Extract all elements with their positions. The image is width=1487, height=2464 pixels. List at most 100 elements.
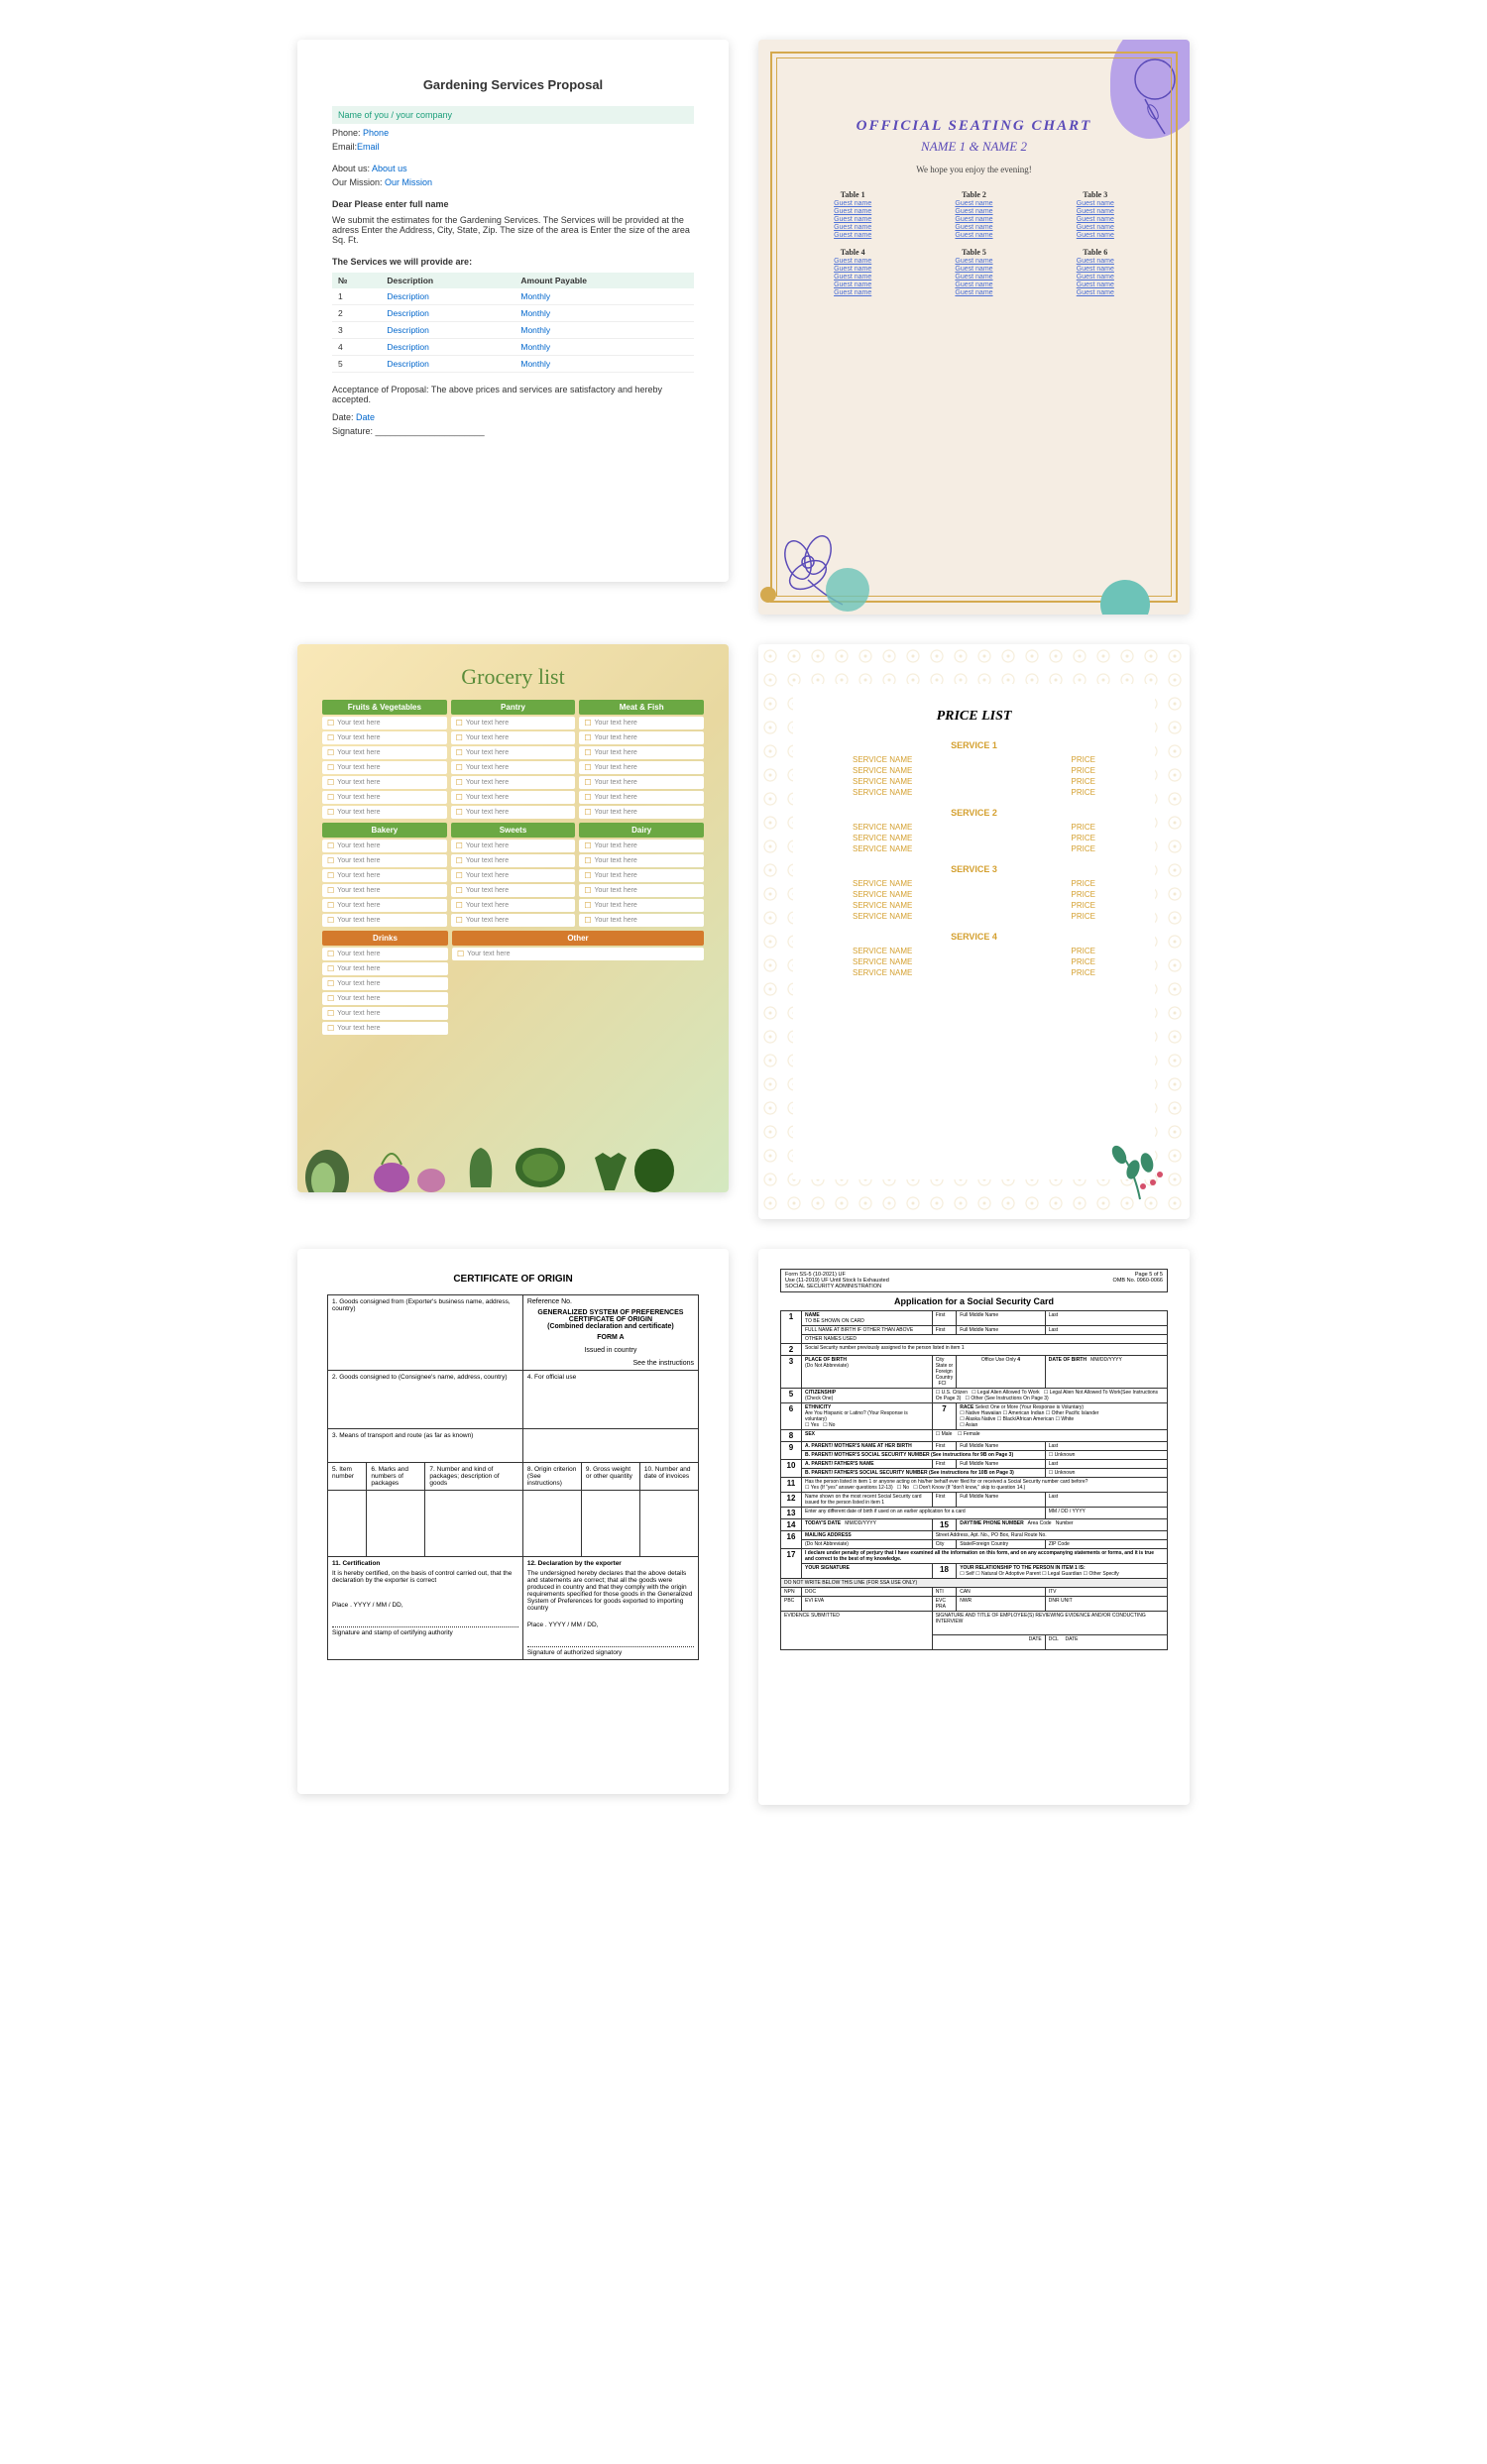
service-row: SERVICE NAMEPRICE xyxy=(823,833,1125,843)
template-seating-chart[interactable]: OFFICIAL SEATING CHART NAME 1 & NAME 2 W… xyxy=(758,40,1190,615)
guest-name: Guest name xyxy=(918,208,1029,215)
guest-name: Guest name xyxy=(1040,216,1151,223)
service-row: SERVICE NAMEPRICE xyxy=(823,900,1125,911)
grocery-item: Your text here xyxy=(451,806,576,819)
guest-name: Guest name xyxy=(797,224,908,231)
grocery-item: Your text here xyxy=(322,977,448,990)
guest-name: Guest name xyxy=(918,200,1029,207)
service-row: SERVICE NAMEPRICE xyxy=(823,911,1125,922)
guest-name: Guest name xyxy=(1040,258,1151,265)
grocery-item: Your text here xyxy=(322,1007,448,1020)
template-grocery-list[interactable]: Grocery list Fruits & VegetablesYour tex… xyxy=(297,644,729,1192)
table-heading: Table 4 xyxy=(797,248,908,257)
tables-grid: Table 1Guest nameGuest nameGuest nameGue… xyxy=(797,190,1151,297)
content-area: PRICE LIST SERVICE 1SERVICE NAMEPRICESER… xyxy=(793,684,1155,1179)
grocery-item: Your text here xyxy=(579,840,704,852)
vegetable-decoration xyxy=(297,1123,674,1192)
guest-name: Guest name xyxy=(797,274,908,280)
services-table: №DescriptionAmount Payable 1DescriptionM… xyxy=(332,273,694,373)
names: NAME 1 & NAME 2 xyxy=(797,139,1151,155)
table-heading: Table 5 xyxy=(918,248,1029,257)
grocery-item: Your text here xyxy=(579,914,704,927)
guest-name: Guest name xyxy=(797,208,908,215)
guest-name: Guest name xyxy=(1040,208,1151,215)
guest-name: Guest name xyxy=(1040,274,1151,280)
grocery-item: Your text here xyxy=(451,869,576,882)
grocery-section-2: BakeryYour text hereYour text hereYour t… xyxy=(322,823,704,927)
grocery-item: Your text here xyxy=(322,717,447,729)
grocery-item: Your text here xyxy=(322,914,447,927)
grocery-item: Your text here xyxy=(579,746,704,759)
box-2: 2. Goods consigned to (Consignee's name,… xyxy=(328,1371,523,1429)
grocery-item: Your text here xyxy=(322,854,447,867)
guest-name: Guest name xyxy=(797,232,908,239)
dear-line: Dear Please enter full name xyxy=(332,199,694,209)
guest-name: Guest name xyxy=(1040,224,1151,231)
grocery-item: Your text here xyxy=(451,717,576,729)
category-header: Drinks xyxy=(322,931,448,946)
table-heading: Table 6 xyxy=(1040,248,1151,257)
title: PRICE LIST xyxy=(823,709,1125,725)
services-heading: The Services we will provide are: xyxy=(332,257,694,267)
mission-line: Our Mission: Our Mission xyxy=(332,177,694,187)
phone-line: Phone: Phone xyxy=(332,128,694,138)
grocery-item: Your text here xyxy=(322,791,447,804)
guest-name: Guest name xyxy=(1040,232,1151,239)
about-line: About us: About us xyxy=(332,164,694,173)
grocery-item: Your text here xyxy=(322,962,448,975)
grocery-item: Your text here xyxy=(579,884,704,897)
box-11: 11. Certification It is hereby certified… xyxy=(328,1557,523,1660)
category-header: Bakery xyxy=(322,823,447,838)
grocery-item: Your text here xyxy=(579,717,704,729)
grocery-item: Your text here xyxy=(451,840,576,852)
template-certificate-origin[interactable]: CERTIFICATE OF ORIGIN 1. Goods consigned… xyxy=(297,1249,729,1794)
plant-decoration xyxy=(1105,1135,1175,1204)
guest-name: Guest name xyxy=(918,216,1029,223)
title: Gardening Services Proposal xyxy=(332,77,694,92)
service-row: SERVICE NAMEPRICE xyxy=(823,967,1125,978)
grocery-section-3: Drinks Your text here Your text here Your t… xyxy=(322,931,704,1035)
grocery-item: Your text here xyxy=(322,731,447,744)
box-12: 12. Declaration by the exporter The unde… xyxy=(522,1557,698,1660)
box-4: 4. For official use xyxy=(522,1371,698,1429)
box-3: 3. Means of transport and route (as far … xyxy=(328,1429,523,1463)
template-price-list[interactable]: PRICE LIST SERVICE 1SERVICE NAMEPRICESER… xyxy=(758,644,1190,1219)
service-row: SERVICE NAMEPRICE xyxy=(823,754,1125,765)
grocery-item: Your text here xyxy=(322,840,447,852)
category-header: Meat & Fish xyxy=(579,700,704,715)
grocery-item: Your text here xyxy=(452,948,704,960)
email-line: Email:Email xyxy=(332,142,694,152)
table-heading: Table 3 xyxy=(1040,190,1151,199)
guest-name: Guest name xyxy=(1040,266,1151,273)
grocery-item: Your text here xyxy=(322,746,447,759)
name-field: Name of you / your company xyxy=(332,106,694,124)
service-row: SERVICE NAMEPRICE xyxy=(823,946,1125,956)
grocery-item: Your text here xyxy=(451,884,576,897)
guest-name: Guest name xyxy=(797,258,908,265)
service-section-header: SERVICE 1 xyxy=(823,740,1125,750)
grocery-item: Your text here xyxy=(579,791,704,804)
grocery-item: Your text here xyxy=(451,914,576,927)
grocery-item: Your text here xyxy=(322,884,447,897)
category-header: Fruits & Vegetables xyxy=(322,700,447,715)
grocery-item: Your text here xyxy=(579,776,704,789)
guest-name: Guest name xyxy=(797,266,908,273)
template-ssa-form[interactable]: Form SS-5 (10-2021) UF Use (11-2019) UF … xyxy=(758,1249,1190,1805)
service-row: SERVICE NAMEPRICE xyxy=(823,956,1125,967)
grocery-item: Your text here xyxy=(451,761,576,774)
title: OFFICIAL SEATING CHART xyxy=(797,118,1151,135)
guest-name: Guest name xyxy=(918,289,1029,296)
table-heading: Table 1 xyxy=(797,190,908,199)
guest-name: Guest name xyxy=(1040,289,1151,296)
grocery-item: Your text here xyxy=(451,791,576,804)
grocery-section-1: Fruits & VegetablesYour text hereYour te… xyxy=(322,700,704,819)
services-list: SERVICE 1SERVICE NAMEPRICESERVICE NAMEPR… xyxy=(823,740,1125,978)
subtitle: We hope you enjoy the evening! xyxy=(797,165,1151,174)
template-gardening-proposal[interactable]: Gardening Services Proposal Name of you … xyxy=(297,40,729,582)
service-section-header: SERVICE 4 xyxy=(823,932,1125,942)
ssa-form-table: 1NAMETO BE SHOWN ON CARDFirstFull Middle… xyxy=(780,1310,1168,1650)
grocery-item: Your text here xyxy=(579,854,704,867)
title: Application for a Social Security Card xyxy=(780,1296,1168,1306)
category-header: Dairy xyxy=(579,823,704,838)
guest-name: Guest name xyxy=(797,216,908,223)
